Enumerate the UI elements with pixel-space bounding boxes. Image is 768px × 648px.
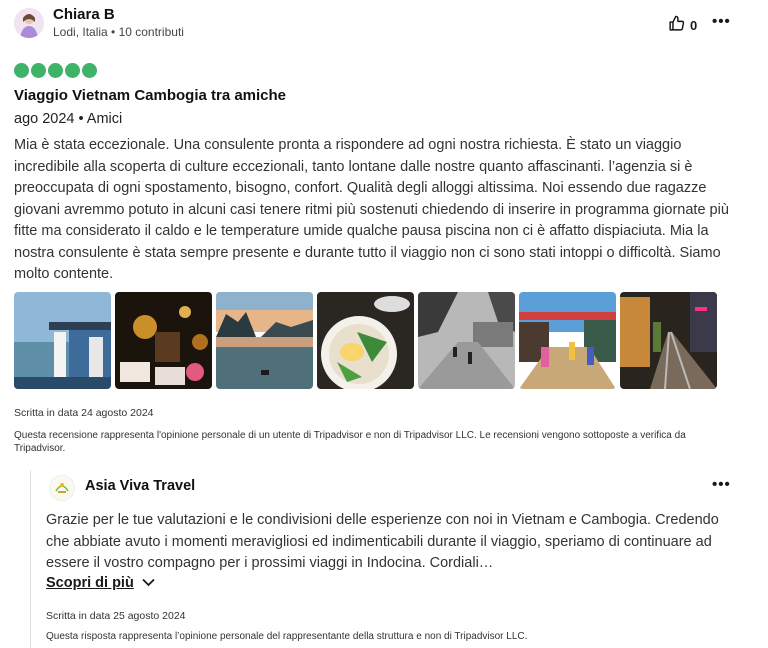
reply-divider xyxy=(30,470,31,648)
photo-colorful-street[interactable] xyxy=(519,292,616,389)
rating-bubble-icon xyxy=(48,63,63,78)
rating-bubble-icon xyxy=(14,63,29,78)
reply-disclaimer: Questa risposta rappresenta l’opinione p… xyxy=(46,631,528,642)
owner-name[interactable]: Asia Viva Travel xyxy=(85,478,195,494)
read-more-button[interactable]: Scopri di più xyxy=(46,575,155,591)
read-more-label: Scopri di più xyxy=(46,575,134,591)
photo-boat-river[interactable] xyxy=(14,292,111,389)
review-more-options-button[interactable]: ••• xyxy=(712,13,731,30)
photo-bay-sunset[interactable] xyxy=(216,292,313,389)
user-avatar[interactable] xyxy=(14,8,44,38)
reply-more-options-button[interactable]: ••• xyxy=(712,476,731,493)
review-title[interactable]: Viaggio Vietnam Cambogia tra amiche xyxy=(14,87,286,104)
rating-bubbles xyxy=(14,63,97,78)
user-name[interactable]: Chiara B xyxy=(53,6,115,23)
photo-train-street[interactable] xyxy=(620,292,717,389)
trip-info: ago 2024 • Amici xyxy=(14,111,123,127)
review-photos xyxy=(14,292,717,389)
helpful-vote-count: 0 xyxy=(690,17,698,33)
rating-bubble-icon xyxy=(65,63,80,78)
reply-body: Grazie per le tue valutazioni e le condi… xyxy=(46,512,719,571)
chevron-down-icon xyxy=(142,575,155,591)
thumbs-up-icon xyxy=(668,15,685,35)
rating-bubble-icon xyxy=(82,63,97,78)
review-date: Scritta in data 24 agosto 2024 xyxy=(14,407,154,419)
rating-bubble-icon xyxy=(31,63,46,78)
owner-logo[interactable] xyxy=(49,475,75,501)
review-body: Mia è stata eccezionale. Una consulente … xyxy=(14,137,729,282)
photo-village-bw[interactable] xyxy=(418,292,515,389)
reply-date: Scritta in data 25 agosto 2024 xyxy=(46,610,186,622)
helpful-vote-button[interactable]: 0 xyxy=(668,15,697,35)
review-disclaimer: Questa recensione rappresenta l'opinione… xyxy=(14,430,686,454)
user-meta: Lodi, Italia • 10 contributi xyxy=(53,25,184,39)
photo-food-bowl[interactable] xyxy=(317,292,414,389)
photo-lanterns-night[interactable] xyxy=(115,292,212,389)
